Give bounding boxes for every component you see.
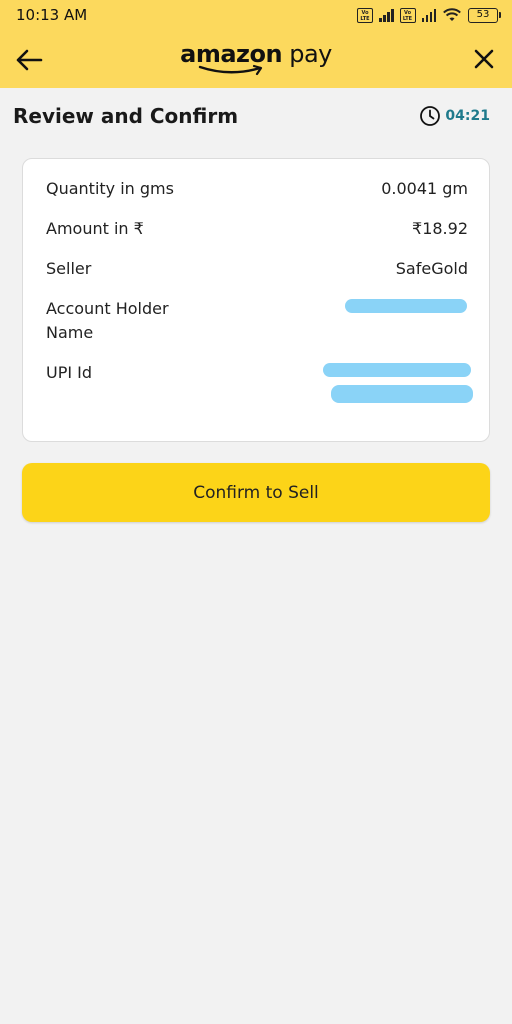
detail-row-amount: Amount in ₹ ₹18.92	[23, 217, 491, 257]
detail-row-account-holder: Account Holder Name	[23, 297, 491, 357]
redacted-account-holder	[345, 299, 467, 313]
upi-label: UPI Id	[46, 363, 93, 382]
redacted-upi-id	[323, 363, 471, 377]
confirm-to-sell-button[interactable]: Confirm to Sell	[22, 463, 490, 522]
brand-light: pay	[282, 40, 332, 68]
signal-icon	[379, 8, 394, 22]
status-icons: Vo LTE Vo LTE 53	[357, 6, 501, 24]
amount-label: Amount in ₹	[46, 219, 144, 238]
smile-arrow-icon	[198, 64, 263, 76]
countdown-timer: 04:21	[419, 104, 490, 128]
seller-value: SafeGold	[395, 259, 468, 278]
status-bar: 10:13 AM Vo LTE Vo LTE 53	[0, 0, 512, 30]
volte-icon: Vo LTE	[399, 7, 416, 23]
clock-icon	[420, 106, 441, 126]
redacted-upi-id	[331, 385, 473, 403]
arrow-left-icon[interactable]	[14, 46, 44, 74]
quantity-value: 0.0041 gm	[381, 179, 468, 198]
status-time: 10:13 AM	[16, 6, 88, 24]
account-holder-label: Account Holder Name	[46, 299, 169, 342]
close-icon[interactable]	[472, 47, 496, 71]
signal-icon	[421, 8, 436, 22]
amount-value: ₹18.92	[412, 219, 468, 238]
detail-row-seller: Seller SafeGold	[23, 257, 491, 297]
detail-row-upi: UPI Id	[23, 361, 491, 421]
amazon-pay-logo: amazon pay	[176, 40, 336, 80]
battery-icon: 53	[468, 7, 501, 23]
timer-value: 04:21	[445, 108, 490, 124]
quantity-label: Quantity in gms	[46, 179, 174, 198]
volte-icon: Vo LTE	[357, 7, 373, 23]
app-header: 10:13 AM Vo LTE Vo LTE 53 amazon pay	[0, 0, 512, 88]
seller-label: Seller	[46, 259, 92, 278]
page-title: Review and Confirm	[13, 104, 239, 128]
wifi-icon	[443, 8, 461, 21]
details-card: Quantity in gms 0.0041 gm Amount in ₹ ₹1…	[22, 158, 490, 442]
nav-bar: amazon pay	[0, 34, 512, 84]
detail-row-quantity: Quantity in gms 0.0041 gm	[23, 177, 491, 217]
review-header: Review and Confirm 04:21	[0, 96, 512, 136]
